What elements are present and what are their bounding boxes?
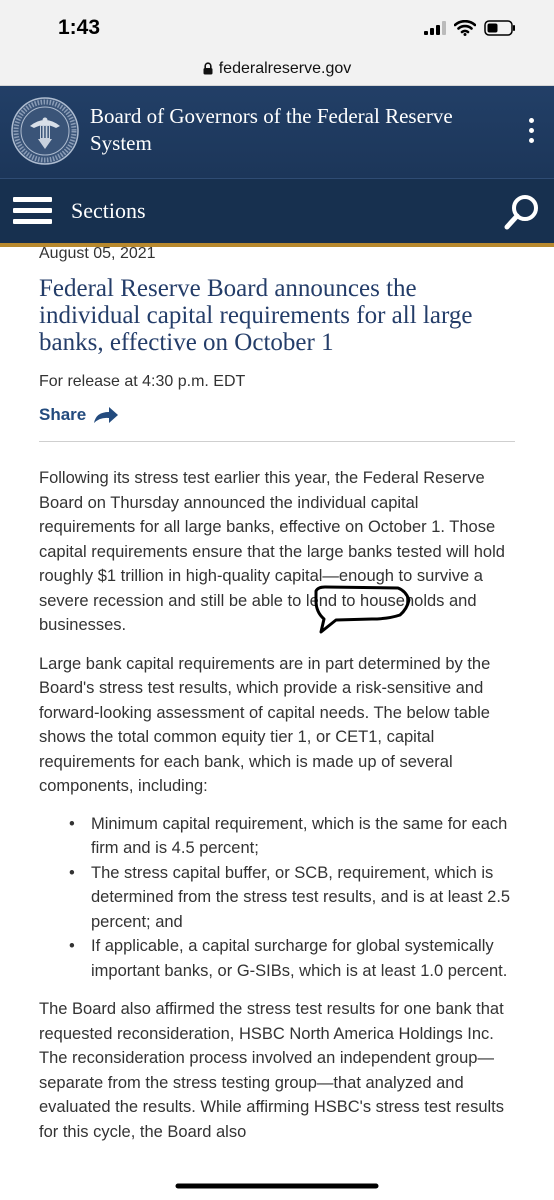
paragraph-2: Large bank capital requirements are in p… bbox=[39, 654, 491, 796]
paragraph-1: Following its stress test earlier this y… bbox=[39, 469, 505, 634]
share-arrow-icon bbox=[94, 407, 119, 423]
site-header: Board of Governors of the Federal Reserv… bbox=[0, 86, 554, 178]
paragraph-3: The Board also affirmed the stress test … bbox=[39, 1000, 505, 1141]
url-text[interactable]: federalreserve.gov bbox=[219, 60, 352, 78]
federal-reserve-seal-logo[interactable] bbox=[10, 96, 80, 166]
share-label: Share bbox=[39, 405, 87, 424]
requirements-list: Minimum capital requirement, which is th… bbox=[39, 812, 515, 984]
cellular-signal-icon bbox=[424, 21, 446, 35]
hamburger-menu-icon[interactable] bbox=[13, 197, 52, 225]
wifi-icon bbox=[454, 20, 476, 36]
sections-label[interactable]: Sections bbox=[71, 198, 146, 224]
divider bbox=[39, 441, 515, 442]
more-options-icon[interactable] bbox=[529, 118, 534, 143]
share-button[interactable]: Share bbox=[39, 405, 515, 425]
battery-icon bbox=[484, 20, 515, 36]
address-bar[interactable]: federalreserve.gov bbox=[0, 52, 554, 86]
lock-icon bbox=[203, 62, 213, 75]
article: August 05, 2021 Federal Reserve Board an… bbox=[39, 244, 515, 1144]
site-title[interactable]: Board of Governors of the Federal Reserv… bbox=[90, 103, 500, 157]
status-bar: 1:43 bbox=[0, 0, 554, 52]
article-headline: Federal Reserve Board announces the indi… bbox=[39, 275, 473, 356]
status-icons bbox=[424, 20, 516, 36]
list-item: Minimum capital requirement, which is th… bbox=[69, 812, 515, 861]
list-item: The stress capital buffer, or SCB, requi… bbox=[69, 861, 515, 935]
search-icon[interactable] bbox=[502, 192, 542, 232]
sections-nav-bar: Sections bbox=[0, 178, 554, 247]
release-time: For release at 4:30 p.m. EDT bbox=[39, 373, 246, 390]
list-item: If applicable, a capital surcharge for g… bbox=[69, 934, 515, 983]
article-date: August 05, 2021 bbox=[39, 245, 156, 262]
status-time: 1:43 bbox=[58, 16, 101, 39]
